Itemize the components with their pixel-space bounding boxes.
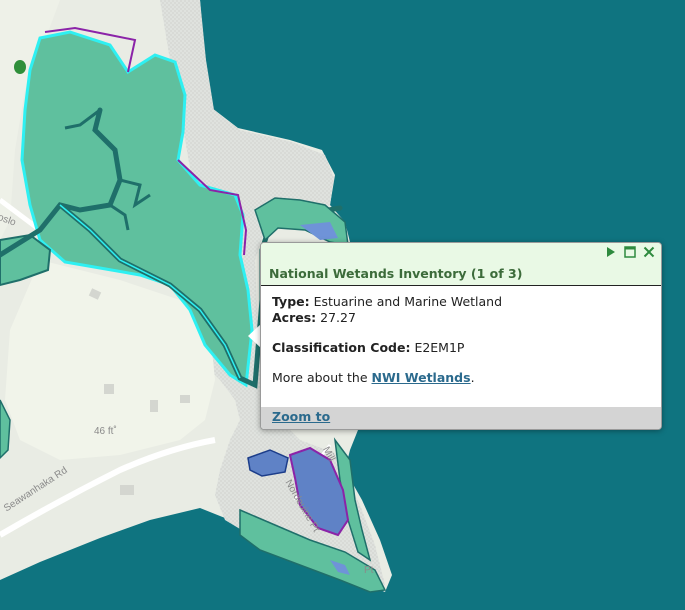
popup-header: National Wetands Inventory (1 of 3) [261, 243, 661, 286]
type-row: Type: Estuarine and Marine Wetland [272, 294, 650, 310]
wetland-pond-small [14, 60, 26, 74]
building-5 [104, 384, 114, 394]
classification-row: Classification Code: E2EM1P [272, 340, 650, 356]
building-2 [120, 485, 134, 495]
type-label: Type: [272, 294, 310, 309]
play-icon[interactable] [605, 246, 617, 258]
building-3 [150, 400, 158, 412]
popup-body: Type: Estuarine and Marine Wetland Acres… [261, 286, 661, 386]
acres-label: Acres: [272, 310, 317, 325]
elevation-label: 46 ft˚ [94, 426, 117, 437]
maximize-icon[interactable] [624, 246, 636, 258]
acres-value: 27.27 [320, 310, 356, 325]
nwi-wetlands-link[interactable]: NWI Wetlands [372, 370, 471, 385]
more-row: More about the NWI Wetlands. [272, 370, 650, 386]
classification-label: Classification Code: [272, 340, 411, 355]
zoom-to-link[interactable]: Zoom to [272, 409, 330, 424]
popup-controls [605, 246, 655, 258]
more-suffix: . [470, 370, 475, 385]
close-icon[interactable] [643, 246, 655, 258]
popup-title: National Wetands Inventory (1 of 3) [269, 266, 523, 281]
point-label-partial: Pt [364, 565, 374, 576]
more-prefix: More about the [272, 370, 368, 385]
building-4 [180, 395, 190, 403]
info-popup: National Wetands Inventory (1 of 3) Type… [260, 242, 662, 430]
type-value: Estuarine and Marine Wetland [313, 294, 503, 309]
popup-footer: Zoom to [261, 407, 661, 429]
classification-value: E2EM1P [414, 340, 465, 355]
acres-row: Acres: 27.27 [272, 310, 650, 326]
